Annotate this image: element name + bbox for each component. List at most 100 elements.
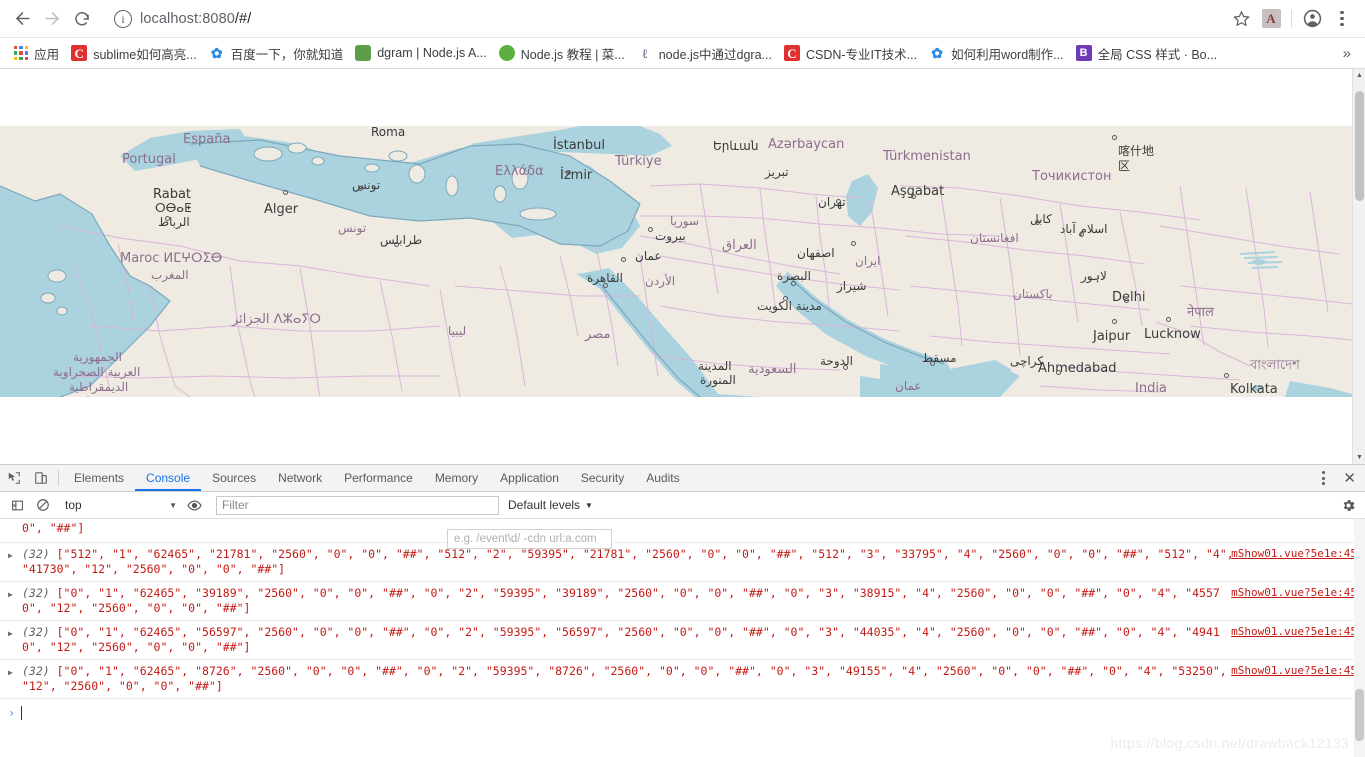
bookmark-label: 百度一下，你就知道 xyxy=(230,47,344,62)
tab-label: Application xyxy=(500,471,559,485)
bookmark-item[interactable]: C CSDN-专业IT技术... xyxy=(778,41,923,65)
devtools-settings-button[interactable] xyxy=(1335,492,1361,518)
csdn-favicon: C xyxy=(71,45,88,61)
baidu-favicon: ✿ xyxy=(929,45,946,61)
map-city-dot xyxy=(394,242,399,247)
map-city-dot xyxy=(791,281,796,286)
clear-console-button[interactable] xyxy=(30,492,56,518)
bookmark-item[interactable]: dgram | Node.js A... xyxy=(349,41,493,65)
devtools-more-button[interactable] xyxy=(1313,471,1334,485)
runoob-favicon xyxy=(498,45,515,61)
tab-security[interactable]: Security xyxy=(570,465,635,491)
scrollbar-thumb[interactable] xyxy=(1355,689,1364,741)
page-blank-top xyxy=(0,69,1365,126)
site-info-icon[interactable]: i xyxy=(114,9,132,28)
scroll-down-arrow[interactable]: ▼ xyxy=(1353,451,1365,464)
bookmark-item[interactable]: ✿ 如何利用word制作... xyxy=(923,41,1070,65)
tab-label: Memory xyxy=(434,471,479,485)
live-expression-button[interactable] xyxy=(181,492,207,518)
source-location-link[interactable]: mShow01.vue?5e1e:45 xyxy=(1231,586,1357,599)
page-watermark: https://blog.csdn.net/drawback12133 xyxy=(1110,735,1349,751)
source-location-link[interactable]: mShow01.vue?5e1e:45 xyxy=(1231,625,1357,638)
tab-network[interactable]: Network xyxy=(267,465,333,491)
bookmark-apps-label: 应用 xyxy=(34,47,60,62)
bookmark-item[interactable]: ℓ node.js中通过dgra... xyxy=(631,41,778,65)
bookmark-star-button[interactable] xyxy=(1226,4,1256,34)
map-city-dot xyxy=(1166,317,1171,322)
map-city-dot xyxy=(851,241,856,246)
console-message-text: (32) ["0", "1", "62465", "56597", "2560"… xyxy=(22,625,1365,655)
map-city-dot xyxy=(1079,232,1084,237)
tab-console[interactable]: Console xyxy=(135,465,201,491)
forward-button[interactable] xyxy=(38,5,66,33)
tab-sources[interactable]: Sources xyxy=(201,465,267,491)
bookmark-item[interactable]: Node.js 教程 | 菜... xyxy=(493,41,631,65)
tab-elements[interactable]: Elements xyxy=(63,465,135,491)
inspect-element-button[interactable] xyxy=(0,465,27,491)
execution-context-select[interactable]: top ▼ xyxy=(56,496,181,515)
bookmarks-overflow-button[interactable]: » xyxy=(1337,45,1357,62)
console-message-row[interactable]: ▶ (32) ["512", "1", "62465", "21781", "25… xyxy=(0,543,1365,582)
console-message-row[interactable]: ▶ (32) ["0", "1", "62465", "39189", "2560… xyxy=(0,582,1365,621)
bookmark-item[interactable]: B 全局 CSS 样式 · Bo... xyxy=(1070,41,1223,65)
console-filter-input[interactable]: Filter xyxy=(216,495,499,515)
tab-label: Console xyxy=(146,471,191,485)
bookmark-apps[interactable]: 应用 xyxy=(8,41,65,65)
device-toolbar-button[interactable] xyxy=(27,465,54,491)
page-vertical-scrollbar[interactable]: ▲ ▼ xyxy=(1352,69,1365,464)
tab-performance[interactable]: Performance xyxy=(333,465,424,491)
profile-button[interactable] xyxy=(1297,4,1327,34)
gear-icon xyxy=(1343,499,1355,511)
reload-button[interactable] xyxy=(68,5,96,33)
expand-triangle-icon[interactable]: ▶ xyxy=(8,668,13,677)
log-level-select[interactable]: Default levels ▼ xyxy=(508,498,593,512)
array-contents: ["512", "1", "62465", "21781", "2560", "… xyxy=(22,547,1241,576)
live-expression-icon xyxy=(186,500,202,510)
tab-audits[interactable]: Audits xyxy=(635,465,690,491)
tab-application[interactable]: Application xyxy=(489,465,570,491)
tab-label: Elements xyxy=(74,471,125,485)
console-scrollbar[interactable] xyxy=(1354,519,1365,757)
console-message-row[interactable]: ▶ (32) ["0", "1", "62465", "8726", "2560"… xyxy=(0,660,1365,699)
console-filter-bar: top ▼ Filter Default levels ▼ xyxy=(0,492,1365,519)
back-button[interactable] xyxy=(8,5,36,33)
source-location-link[interactable]: mShow01.vue?5e1e:45 xyxy=(1231,664,1357,677)
text-caret xyxy=(21,705,23,720)
scrollbar-thumb[interactable] xyxy=(1355,91,1364,201)
map-tiles xyxy=(0,126,1352,397)
expand-triangle-icon[interactable]: ▶ xyxy=(8,551,13,560)
console-message-text: 0", "##"] xyxy=(22,521,85,535)
bookmark-label: node.js中通过dgra... xyxy=(658,47,772,62)
console-message-text: (32) ["512", "1", "62465", "21781", "256… xyxy=(22,547,1365,577)
nodejs-favicon xyxy=(355,45,372,61)
address-bar[interactable]: i localhost:8080/#/ xyxy=(108,5,1218,32)
scroll-up-arrow[interactable]: ▲ xyxy=(1353,69,1365,82)
expand-triangle-icon[interactable]: ▶ xyxy=(8,629,13,638)
map-city-dot xyxy=(1056,370,1061,375)
browser-menu-button[interactable] xyxy=(1327,4,1357,34)
bootstrap-favicon: B xyxy=(1075,45,1092,61)
map-city-dot xyxy=(1112,135,1117,140)
source-location-link[interactable]: mShow01.vue?5e1e:45 xyxy=(1231,547,1357,560)
bookmark-item[interactable]: C sublime如何高亮... xyxy=(65,41,203,65)
three-dot-menu-icon xyxy=(1340,11,1344,26)
chevron-down-icon: ▼ xyxy=(585,500,593,510)
map-city-dot xyxy=(836,199,841,204)
bookmark-item[interactable]: ✿ 百度一下，你就知道 xyxy=(203,41,350,65)
console-message-text: (32) ["0", "1", "62465", "39189", "2560"… xyxy=(22,586,1365,616)
console-sidebar-toggle[interactable] xyxy=(4,492,30,518)
reload-icon xyxy=(75,11,89,25)
console-settings-area xyxy=(1335,492,1361,518)
devtools-close-button[interactable]: ✕ xyxy=(1334,469,1365,487)
console-filter-placeholder: Filter xyxy=(222,498,249,512)
leaflet-map[interactable]: España Portugal Roma Rabat ⵔⴱⴰⵟ الرباط Alger تو… xyxy=(0,126,1352,397)
tab-memory[interactable]: Memory xyxy=(424,465,489,491)
pdf-extension-button[interactable]: A xyxy=(1256,4,1286,34)
console-prompt[interactable]: › xyxy=(0,699,1365,723)
star-icon xyxy=(1233,11,1249,27)
console-message-row[interactable]: ▶ (32) ["0", "1", "62465", "56597", "2560… xyxy=(0,621,1365,660)
console-message-list[interactable]: e.g. /event\d/ -cdn url:a.com 0", "##"] ▶… xyxy=(0,519,1365,757)
bookmark-label: 全局 CSS 样式 · Bo... xyxy=(1097,47,1218,62)
array-contents: ["0", "1", "62465", "56597", "2560", "0"… xyxy=(22,625,1220,654)
expand-triangle-icon[interactable]: ▶ xyxy=(8,590,13,599)
